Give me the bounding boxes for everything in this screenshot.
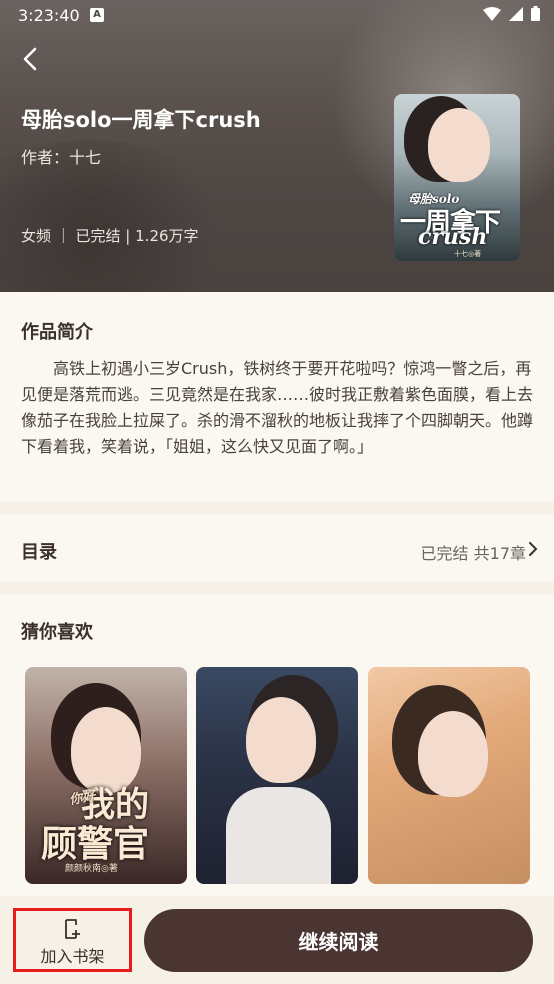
- wifi-icon: [483, 6, 501, 21]
- toc-status: 已完结 共17章: [420, 544, 526, 563]
- book-cover[interactable]: 母胎solo 一周拿下 crush 十七◎著: [394, 94, 520, 261]
- cover-illustration: [418, 711, 488, 797]
- recommended-book-3[interactable]: [368, 667, 530, 884]
- system-icons: [483, 6, 540, 21]
- cover-illustration: [428, 108, 490, 182]
- intro-heading: 作品简介: [21, 322, 93, 343]
- add-to-shelf-label: 加入书架: [40, 947, 105, 966]
- bottom-action-bar: 加入书架 继续阅读: [0, 896, 554, 984]
- battery-icon: [531, 6, 540, 21]
- add-to-shelf-button[interactable]: 加入书架: [13, 908, 132, 972]
- toc-row[interactable]: 目录 已完结 共17章: [0, 514, 554, 582]
- cover-title-line2: 顾警官: [41, 823, 150, 865]
- recommend-heading: 猜你喜欢: [21, 622, 93, 643]
- cover-illustration-coat: [226, 787, 331, 884]
- recommend-section: 猜你喜欢 我的 你好 顾警官 颜颜秋南◎著: [0, 594, 554, 914]
- intro-text: 高铁上初遇小三岁Crush，铁树终于要开花啦吗？惊鸿一瞥之后，再见便是落荒而逃。…: [21, 359, 534, 456]
- add-bookshelf-icon: [65, 919, 80, 939]
- signal-icon: [509, 6, 523, 21]
- recommended-book-2[interactable]: [196, 667, 358, 884]
- book-meta: 女频 ｜ 已完结 | 1.26万字: [21, 227, 199, 245]
- notification-icon: A: [90, 8, 104, 22]
- book-title: 母胎solo一周拿下crush: [21, 108, 261, 132]
- cover-author: 十七◎著: [454, 250, 482, 258]
- status-time: 3:23:40: [18, 6, 80, 25]
- cover-title-eng: crush: [418, 224, 488, 250]
- recommended-book-1[interactable]: 我的 你好 顾警官 颜颜秋南◎著: [25, 667, 187, 884]
- continue-reading-button[interactable]: 继续阅读: [144, 909, 533, 972]
- cover-author: 颜颜秋南◎著: [65, 864, 118, 874]
- book-author: 作者：十七: [21, 148, 102, 167]
- back-arrow-icon[interactable]: [18, 46, 44, 72]
- cover-illustration: [246, 697, 316, 783]
- status-bar: 3:23:40 A: [0, 0, 554, 32]
- book-header: 3:23:40 A 母胎solo一周拿下crush 作者：十七 女频 ｜ 已完结…: [0, 0, 554, 292]
- toc-heading: 目录: [21, 542, 57, 563]
- chevron-right-icon: [529, 542, 538, 556]
- intro-section: 作品简介 高铁上初遇小三岁Crush，铁树终于要开花啦吗？惊鸿一瞥之后，再见便是…: [0, 292, 554, 502]
